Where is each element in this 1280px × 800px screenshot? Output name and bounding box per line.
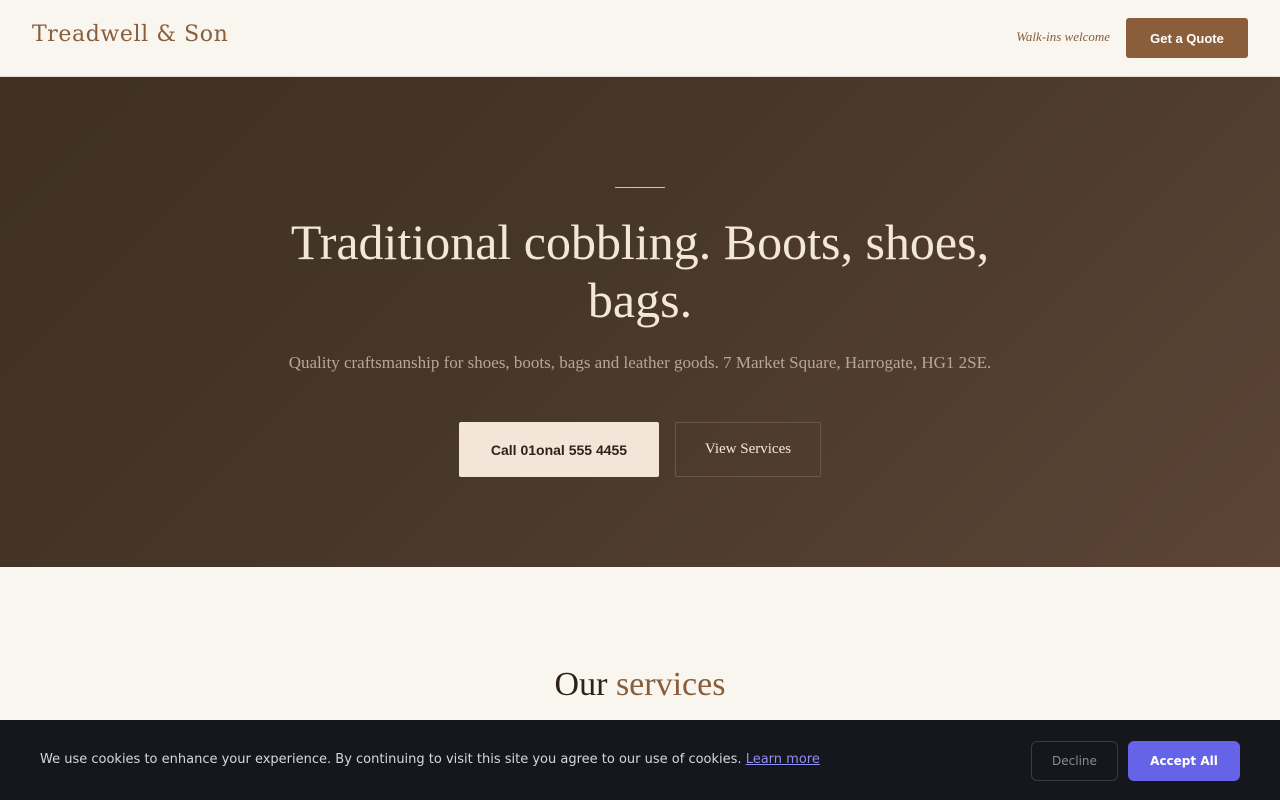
hero-divider [615,187,665,188]
services-heading-accent: services [615,666,726,703]
cookie-text: We use cookies to enhance your experienc… [40,752,742,767]
hero-subtitle: Quality craftsmanship for shoes, boots, … [288,353,992,372]
services-heading: Our services [0,666,1280,704]
learn-more-link[interactable]: Learn more [746,752,820,767]
services-heading-plain: Our [554,666,608,703]
get-quote-button[interactable]: Get a Quote [1126,18,1248,58]
view-services-button[interactable]: View Services [675,422,821,477]
hero-title: Traditional cobbling. Boots, shoes, bags… [290,214,990,328]
call-button[interactable]: Call 01onal 555 4455 [459,422,659,477]
hero-section: Traditional cobbling. Boots, shoes, bags… [0,77,1280,567]
decline-button[interactable]: Decline [1031,741,1118,781]
accept-all-button[interactable]: Accept All [1128,741,1240,781]
brand-logo[interactable]: Treadwell & Son [32,22,228,47]
walkins-note: Walk-ins welcome [1016,29,1110,44]
cookie-banner: We use cookies to enhance your experienc… [0,720,1280,800]
cookie-message: We use cookies to enhance your experienc… [40,752,820,767]
site-header: Treadwell & Son Walk-ins welcome Get a Q… [0,0,1280,77]
